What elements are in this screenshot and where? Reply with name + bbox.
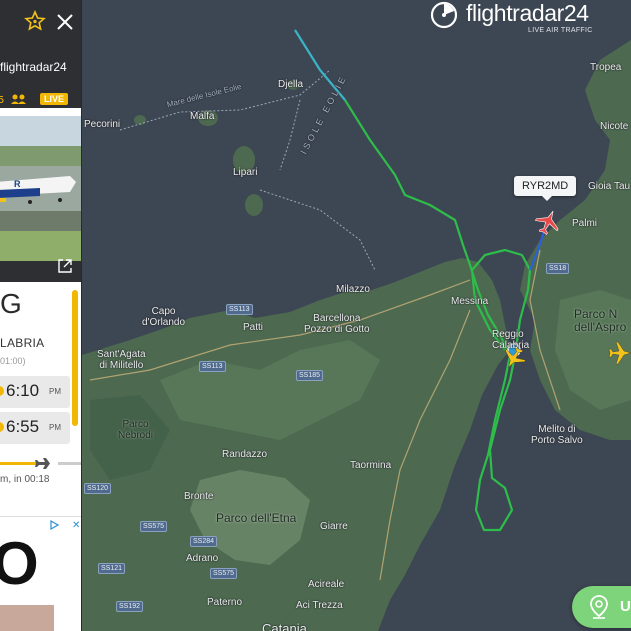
close-icon[interactable] <box>54 11 76 33</box>
place-milazzo: Milazzo <box>336 284 370 295</box>
place-patti: Patti <box>243 322 264 333</box>
road-shield: SS185 <box>296 370 324 381</box>
place-parco-aspromonte: Parco N dell'Aspro <box>574 307 627 334</box>
island-vulcano <box>245 194 263 216</box>
place-dejalla: Djella <box>278 79 304 90</box>
bottom-action-button[interactable]: U <box>572 586 631 628</box>
scheduled-ampm: PM <box>49 387 61 396</box>
destination-timezone: 01:00) <box>0 356 26 366</box>
svg-text:5: 5 <box>0 95 4 106</box>
place-gioia: Gioia Tau <box>588 181 631 192</box>
flightradar24-logo[interactable]: flightradar24 LIVE AIR TRAFFIC <box>430 0 610 40</box>
place-messina: Messina <box>451 296 489 307</box>
advertisement[interactable]: ✕ O <box>0 516 81 631</box>
route-line <box>72 290 78 426</box>
progress-plane-icon <box>35 458 50 469</box>
scheduled-time-box: 6:10 PM <box>0 376 70 408</box>
place-catania: Catania <box>262 621 307 631</box>
logo-tagline: LIVE AIR TRAFFIC <box>528 27 593 34</box>
expand-icon[interactable] <box>57 258 73 274</box>
place-malfa: Malfa <box>190 111 215 122</box>
panel-header: flightradar24 5 LIVE <box>0 0 81 108</box>
flight-progress-bar <box>0 458 81 469</box>
destination-code: G <box>0 288 22 319</box>
time-dot <box>0 422 4 432</box>
estimated-time: 6:55 <box>6 417 40 436</box>
place-aci-trezza: Aci Trezza <box>296 600 343 611</box>
live-badge: LIVE <box>40 93 69 105</box>
flight-details: G LABRIA 01:00) 6:10 PM 6:55 PM m, in 00… <box>0 284 81 504</box>
place-reggio: Reggio Calabria <box>492 329 530 351</box>
road-shield: SS120 <box>84 483 112 494</box>
place-giarre: Giarre <box>320 521 348 532</box>
place-adrano: Adrano <box>186 553 219 564</box>
place-pecorini: Pecorini <box>84 119 121 130</box>
road-shield: SS113 <box>226 304 253 315</box>
ad-text: O <box>0 529 39 598</box>
ad-close-icon[interactable]: ✕ <box>72 520 80 531</box>
time-dot <box>0 386 4 396</box>
panel-brand: flightradar24 <box>0 60 67 74</box>
place-nicotera: Nicote <box>600 121 629 132</box>
road-shield: SS113 <box>199 361 226 372</box>
estimated-time-box: 6:55 PM <box>0 412 70 444</box>
place-paterno: Paterno <box>207 597 243 608</box>
place-bronte: Bronte <box>184 491 214 502</box>
flight-info-panel: flightradar24 5 LIVE R <box>0 0 82 631</box>
place-barcellona: Barcellona Pozzo di Gotto <box>304 313 370 335</box>
place-acireale: Acireale <box>308 579 345 590</box>
radar-logo-icon <box>430 1 458 29</box>
ad-choices-icon[interactable] <box>48 519 70 531</box>
place-capo: Capo d'Orlando <box>142 306 186 328</box>
road-shield: SS121 <box>98 563 126 574</box>
road-shield: SS192 <box>116 601 144 612</box>
road-shield: SS18 <box>546 263 570 274</box>
ad-image <box>0 605 54 631</box>
svg-text:R: R <box>14 179 21 189</box>
road-shield: SS575 <box>140 521 168 532</box>
place-sant-agata: Sant'Agata di Militello <box>97 349 146 371</box>
road-shield: SS284 <box>190 536 218 547</box>
place-tropea: Tropea <box>590 62 622 73</box>
place-randazzo: Randazzo <box>222 449 268 460</box>
place-lipari: Lipari <box>233 167 258 178</box>
scheduled-time: 6:10 <box>6 381 40 400</box>
place-palmi: Palmi <box>572 218 598 229</box>
progress-text: m, in 00:18 <box>0 474 50 485</box>
estimated-ampm: PM <box>49 423 61 432</box>
place-parco-etna: Parco dell'Etna <box>216 511 297 525</box>
star-icon[interactable] <box>24 10 46 32</box>
bottom-button-label: U <box>620 598 631 615</box>
place-melito: Melito di Porto Salvo <box>531 424 583 446</box>
location-pin-icon <box>590 595 608 619</box>
place-taormina: Taormina <box>350 460 392 471</box>
app: Mare delle Isole Eolie ISOLE EOLIE Djell… <box>0 0 631 631</box>
flight-callsign-label[interactable]: RYR2MD <box>514 176 577 201</box>
road-shield: SS575 <box>210 568 238 579</box>
destination-name: LABRIA <box>0 336 45 350</box>
logo-wordmark: flightradar24 <box>466 0 589 26</box>
place-parco-nebrodi: Parco Nebrodi <box>118 419 154 441</box>
